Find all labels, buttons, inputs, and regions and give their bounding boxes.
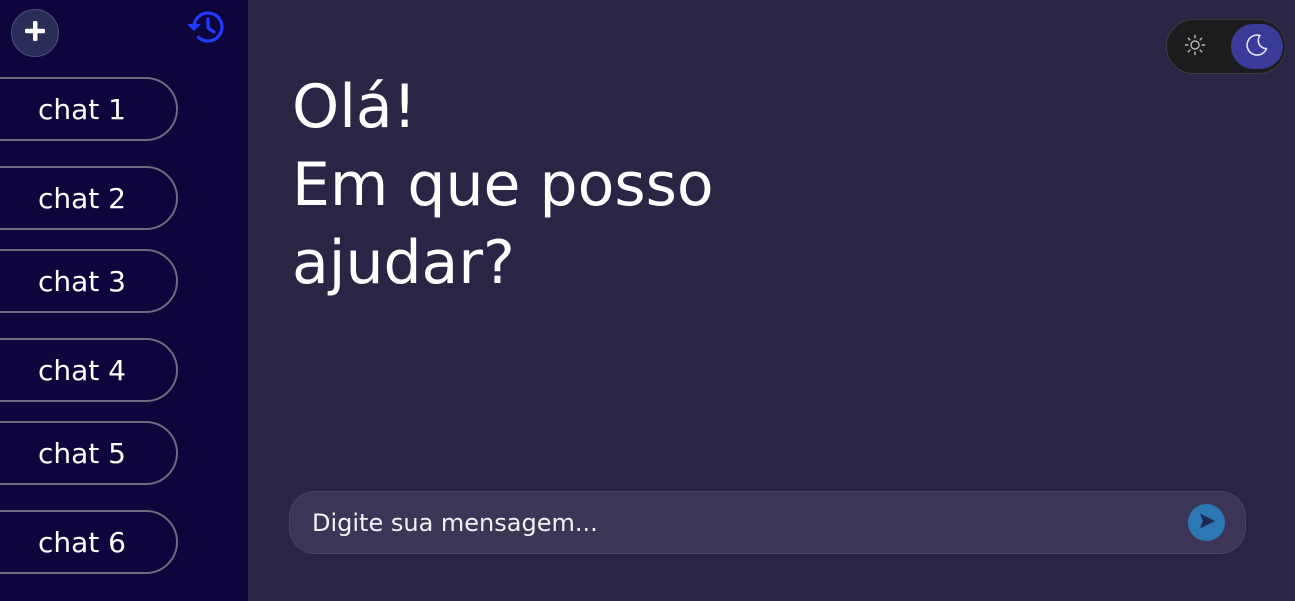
chat-item-5[interactable]: chat 5	[0, 421, 178, 485]
sidebar: chat 1 chat 2 chat 3 chat 4 chat 5 chat …	[0, 0, 248, 601]
greeting-line: Olá!	[292, 72, 417, 142]
plus-icon	[23, 19, 47, 47]
greeting-line: Em que posso	[292, 150, 714, 220]
greeting-line: ajudar?	[292, 228, 515, 298]
chat-item-label: chat 5	[38, 436, 126, 470]
moon-icon	[1244, 32, 1270, 62]
dark-theme-option[interactable]	[1231, 24, 1283, 69]
history-button[interactable]	[182, 7, 230, 51]
history-icon	[184, 7, 228, 51]
chat-item-2[interactable]: chat 2	[0, 166, 178, 230]
send-button[interactable]	[1188, 504, 1225, 541]
message-input[interactable]	[310, 502, 1174, 544]
chat-item-label: chat 4	[38, 353, 126, 387]
chat-item-4[interactable]: chat 4	[0, 338, 178, 402]
greeting-heading: Olá! Em que posso ajudar?	[292, 68, 812, 302]
send-icon	[1197, 511, 1217, 535]
sun-icon	[1184, 34, 1206, 60]
chat-item-6[interactable]: chat 6	[0, 510, 178, 574]
chat-item-1[interactable]: chat 1	[0, 77, 178, 141]
chat-item-3[interactable]: chat 3	[0, 249, 178, 313]
chat-item-label: chat 3	[38, 264, 126, 298]
light-theme-option[interactable]	[1179, 31, 1211, 63]
message-composer	[289, 491, 1246, 554]
chat-item-label: chat 2	[38, 181, 126, 215]
chat-item-label: chat 1	[38, 92, 126, 126]
chat-item-label: chat 6	[38, 525, 126, 559]
theme-toggle[interactable]	[1166, 19, 1286, 74]
new-chat-button[interactable]	[11, 9, 59, 57]
